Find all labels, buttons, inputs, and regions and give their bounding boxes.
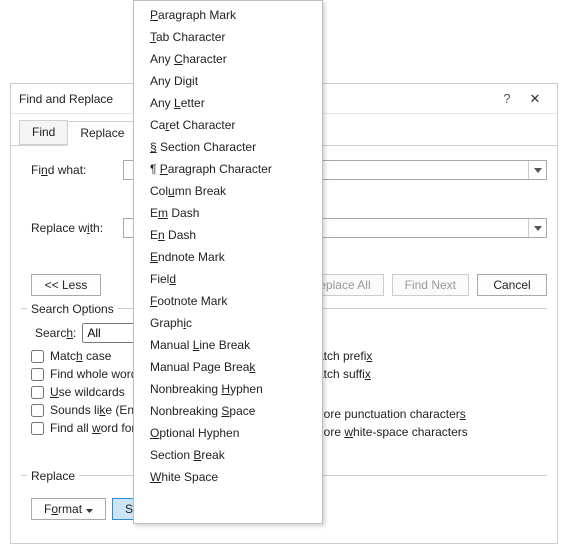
match-prefix-checkbox[interactable]: Match prefix xyxy=(288,349,537,363)
wildcards-input[interactable] xyxy=(31,386,44,399)
replace-with-label: Replace with: xyxy=(31,221,123,235)
tab-find-label: Find xyxy=(32,125,55,139)
menu-item[interactable]: Nonbreaking Space xyxy=(136,400,320,422)
word-forms-input[interactable] xyxy=(31,422,44,435)
whole-words-input[interactable] xyxy=(31,368,44,381)
search-direction-label: Search: xyxy=(35,326,76,340)
cancel-button[interactable]: Cancel xyxy=(477,274,547,296)
menu-item[interactable]: Any Character xyxy=(136,48,320,70)
replace-legend: Replace xyxy=(27,469,79,483)
chevron-down-icon xyxy=(86,502,93,516)
menu-item[interactable]: Any Letter xyxy=(136,92,320,114)
menu-item[interactable]: Manual Page Break xyxy=(136,356,320,378)
match-suffix-checkbox[interactable]: Match suffix xyxy=(288,367,537,381)
menu-item[interactable]: White Space xyxy=(136,466,320,488)
search-options-legend: Search Options xyxy=(27,302,118,316)
menu-item[interactable]: Column Break xyxy=(136,180,320,202)
less-button-label: << Less xyxy=(45,278,88,292)
menu-item[interactable]: § Section Character xyxy=(136,136,320,158)
menu-item[interactable]: Graphic xyxy=(136,312,320,334)
replace-with-dropdown-arrow[interactable] xyxy=(528,219,546,237)
menu-item[interactable]: Manual Line Break xyxy=(136,334,320,356)
menu-item[interactable]: Paragraph Mark xyxy=(136,4,320,26)
close-button[interactable]: ✕ xyxy=(521,91,549,107)
menu-item[interactable]: Em Dash xyxy=(136,202,320,224)
find-next-button-label: Find Next xyxy=(405,278,456,292)
menu-item[interactable]: Tab Character xyxy=(136,26,320,48)
format-button[interactable]: Format xyxy=(31,498,106,520)
menu-item[interactable]: Nonbreaking Hyphen xyxy=(136,378,320,400)
less-button[interactable]: << Less xyxy=(31,274,101,296)
ignore-punctuation-label: Ignore punctuation characters xyxy=(307,407,466,421)
format-button-label: Format xyxy=(44,502,82,516)
sounds-like-input[interactable] xyxy=(31,404,44,417)
tab-replace[interactable]: Replace xyxy=(67,121,137,146)
menu-item[interactable]: Any Digit xyxy=(136,70,320,92)
match-case-input[interactable] xyxy=(31,350,44,363)
menu-item[interactable]: Endnote Mark xyxy=(136,246,320,268)
cancel-button-label: Cancel xyxy=(493,278,530,292)
menu-item[interactable]: ¶ Paragraph Character xyxy=(136,158,320,180)
wildcards-label: Use wildcards xyxy=(50,385,125,399)
menu-item[interactable]: Footnote Mark xyxy=(136,290,320,312)
ignore-punctuation-checkbox[interactable]: Ignore punctuation characters xyxy=(288,407,537,421)
menu-item[interactable]: Section Break xyxy=(136,444,320,466)
menu-item[interactable]: Optional Hyphen xyxy=(136,422,320,444)
special-menu: Paragraph Mark Tab Character Any Charact… xyxy=(133,0,323,524)
tab-replace-label: Replace xyxy=(80,126,124,140)
menu-item[interactable]: Caret Character xyxy=(136,114,320,136)
help-button[interactable]: ? xyxy=(493,91,521,106)
menu-item[interactable]: Field xyxy=(136,268,320,290)
find-what-label: Find what: xyxy=(31,163,123,177)
match-case-label: Match case xyxy=(50,349,111,363)
find-what-dropdown-arrow[interactable] xyxy=(528,161,546,179)
ignore-whitespace-label: Ignore white-space characters xyxy=(307,425,468,439)
ignore-whitespace-checkbox[interactable]: Ignore white-space characters xyxy=(288,425,537,439)
menu-item[interactable]: En Dash xyxy=(136,224,320,246)
find-next-button[interactable]: Find Next xyxy=(392,274,469,296)
tab-find[interactable]: Find xyxy=(19,120,68,145)
